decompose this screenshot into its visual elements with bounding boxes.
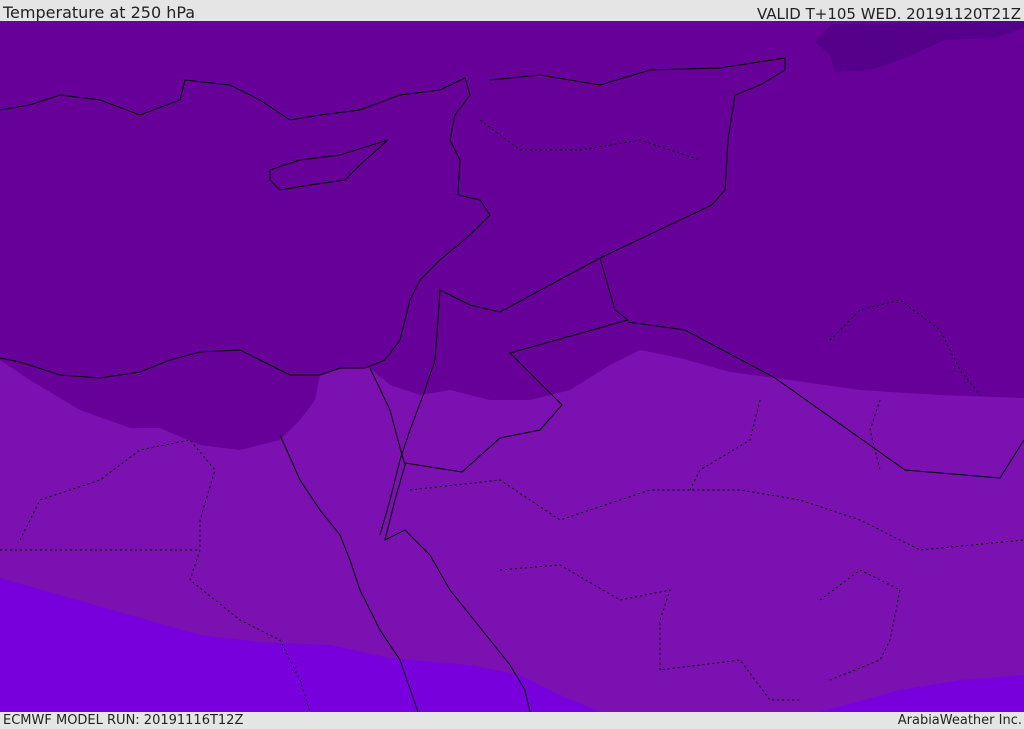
temperature-map <box>0 21 1024 712</box>
map-title: Temperature at 250 hPa <box>3 3 196 22</box>
cold-temperature-band <box>0 21 1024 450</box>
credit: ArabiaWeather Inc. <box>897 713 1022 728</box>
model-run: ECMWF MODEL RUN: 20191116T12Z <box>3 713 244 728</box>
footer-bar: ECMWF MODEL RUN: 20191116T12Z ArabiaWeat… <box>0 712 1024 729</box>
header-bar: Temperature at 250 hPa VALID T+105 WED. … <box>0 0 1024 23</box>
